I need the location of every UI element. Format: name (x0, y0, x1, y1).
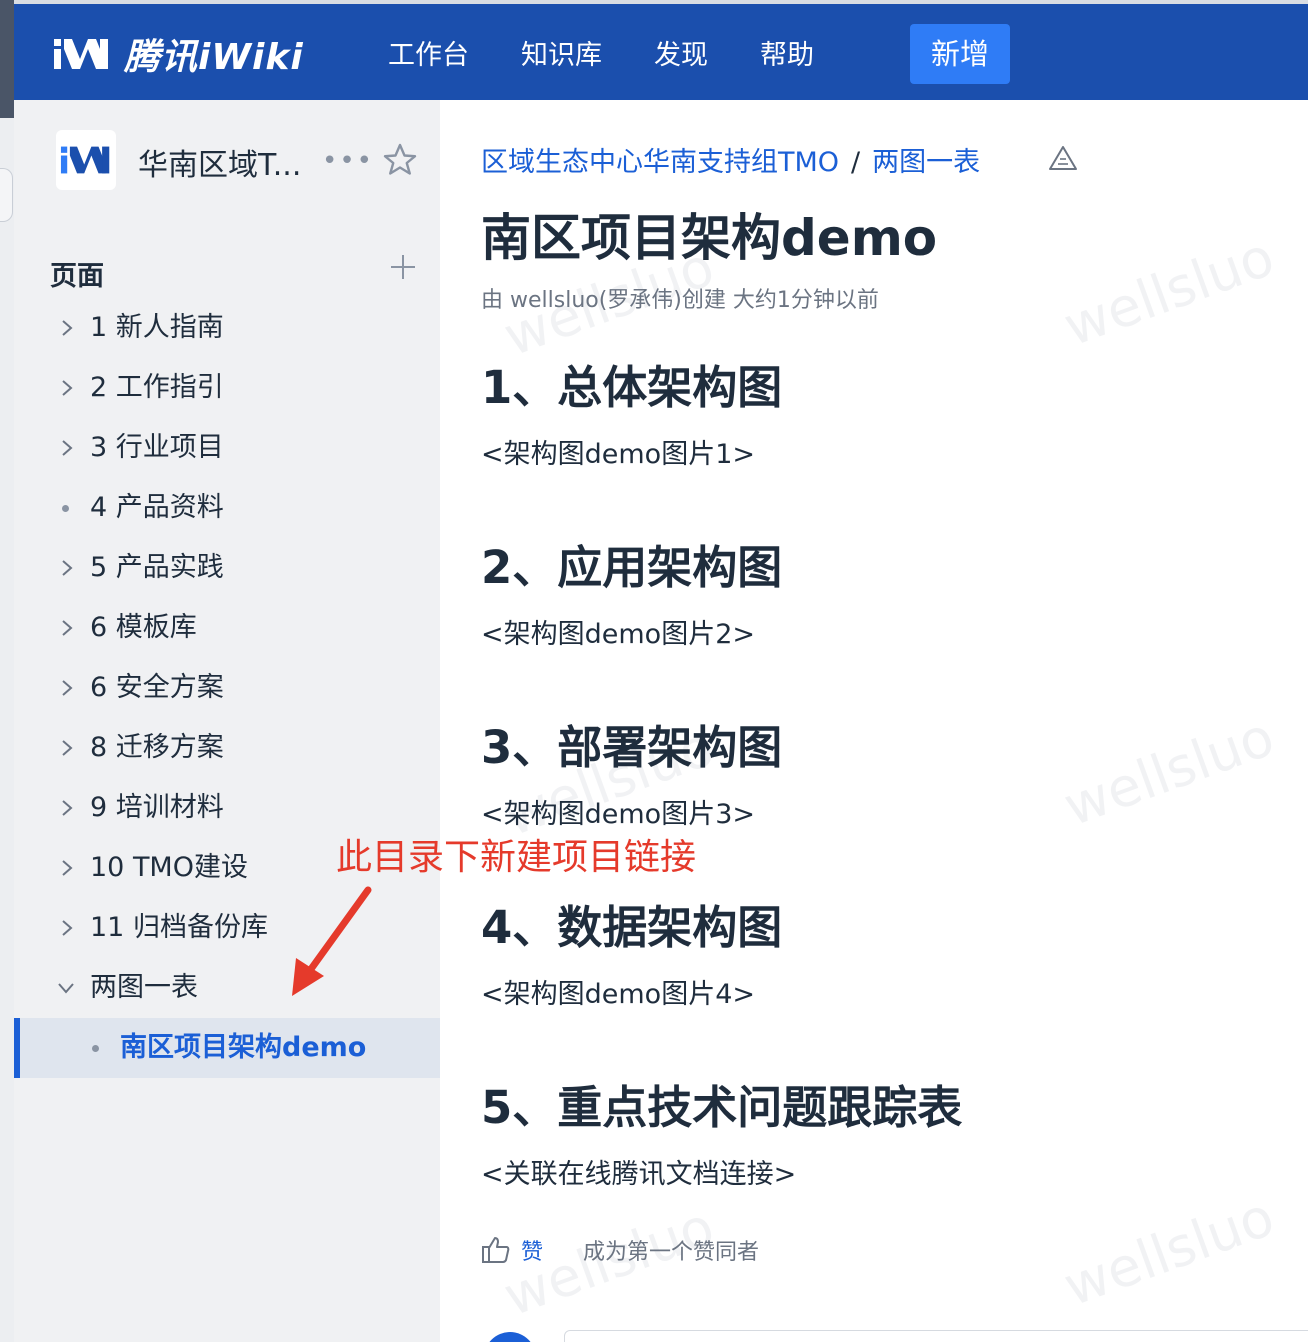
tree-item-label: 4 产品资料 (90, 492, 224, 523)
chevron-right-icon[interactable] (60, 918, 74, 938)
tree-item[interactable]: 4 产品资料 (14, 478, 440, 538)
window-edge-top (0, 0, 14, 118)
breadcrumb-item[interactable]: 两图一表 (872, 147, 980, 178)
section-body: <关联在线腾讯文档连接> (481, 1159, 797, 1190)
chevron-down-icon[interactable] (56, 980, 76, 996)
doc-section: 3、部署架构图 <架构图demo图片3> (481, 718, 1281, 831)
section-heading: 3、部署架构图 (481, 721, 783, 774)
section-heading: 5、重点技术问题跟踪表 (481, 1081, 963, 1134)
chevron-right-icon[interactable] (60, 678, 74, 698)
tree-item-label: 3 行业项目 (90, 432, 224, 463)
top-navbar: 腾讯iWiki 工作台 知识库 发现 帮助 新增 (14, 0, 1308, 100)
section-heading: 4、数据架构图 (481, 901, 783, 954)
chevron-right-icon[interactable] (60, 558, 74, 578)
tree-item-label: 2 工作指引 (90, 372, 224, 403)
new-button[interactable]: 新增 (910, 24, 1010, 84)
arrow-annotation-icon (292, 886, 372, 996)
nav-workbench[interactable]: 工作台 (388, 34, 469, 78)
section-body: <架构图demo图片2> (481, 619, 755, 650)
section-body: <架构图demo图片1> (481, 439, 755, 470)
like-button[interactable]: 赞 (521, 1234, 543, 1266)
space-name[interactable]: 华南区域T... (138, 140, 301, 184)
doc-section: 4、数据架构图 <架构图demo图片4> (481, 898, 1281, 1011)
collapse-handle[interactable] (0, 168, 13, 222)
nav-knowledge-base[interactable]: 知识库 (521, 34, 602, 78)
page-title: 南区项目架构demo (481, 209, 938, 267)
chevron-right-icon[interactable] (60, 318, 74, 338)
tree-item[interactable]: 6 安全方案 (14, 658, 440, 718)
chevron-right-icon[interactable] (60, 858, 74, 878)
comment-input[interactable] (564, 1330, 1308, 1342)
chevron-right-icon[interactable] (60, 738, 74, 758)
avatar (484, 1332, 536, 1342)
chevron-right-icon[interactable] (60, 798, 74, 818)
tree-item-label: 9 培训材料 (90, 792, 224, 823)
more-icon[interactable]: ••• (322, 146, 374, 176)
bullet-icon (92, 1045, 99, 1052)
tree-item[interactable]: 3 行业项目 (14, 418, 440, 478)
tree-item-active[interactable]: 南区项目架构demo (14, 1018, 440, 1078)
chevron-right-icon[interactable] (60, 438, 74, 458)
main-content: wellsluo wellsluo wellsluo wellsluo well… (440, 100, 1308, 1342)
tree-item-label: 两图一表 (90, 972, 198, 1003)
space-logo-icon (60, 146, 110, 174)
nav-discover[interactable]: 发现 (654, 34, 708, 78)
section-body: <架构图demo图片3> (481, 799, 755, 830)
sidebar: 华南区域T... ••• 页面 1 新人指南 2 工作指引 3 行业项目 4 产… (14, 100, 440, 1342)
breadcrumb: 区域生态中心华南支持组TMO / 两图一表 (481, 140, 980, 179)
thumbs-up-icon[interactable] (481, 1235, 511, 1265)
nav-help[interactable]: 帮助 (760, 34, 814, 78)
star-icon[interactable] (382, 142, 418, 178)
tree-item-label: 6 模板库 (90, 612, 197, 643)
tree-item[interactable]: 8 迁移方案 (14, 718, 440, 778)
breadcrumb-separator: / (851, 147, 861, 178)
active-indicator (14, 1018, 20, 1078)
section-body: <架构图demo图片4> (481, 979, 755, 1010)
pages-heading: 页面 (50, 261, 104, 292)
tree-item[interactable]: 5 产品实践 (14, 538, 440, 598)
page-meta: 由 wellsluo(罗承伟)创建 大约1分钟以前 (481, 288, 879, 313)
add-page-icon[interactable] (388, 252, 418, 282)
section-heading: 1、总体架构图 (481, 361, 783, 414)
annotation-text: 此目录下新建项目链接 (336, 837, 697, 878)
chevron-right-icon[interactable] (60, 378, 74, 398)
tree-item-label: 8 迁移方案 (90, 732, 224, 763)
iwiki-logo-icon (54, 39, 108, 69)
tree-item-label: 6 安全方案 (90, 672, 224, 703)
like-description: 成为第一个赞同者 (583, 1240, 760, 1265)
section-heading: 2、应用架构图 (481, 541, 783, 594)
chevron-right-icon[interactable] (60, 618, 74, 638)
tree-item-label: 11 归档备份库 (90, 912, 268, 943)
doc-section: 5、重点技术问题跟踪表 <关联在线腾讯文档连接> (481, 1078, 1281, 1191)
like-row: 赞 成为第一个赞同者 (481, 1234, 759, 1266)
warning-icon[interactable] (1048, 144, 1078, 172)
tree-item-label: 南区项目架构demo (120, 1032, 367, 1063)
doc-section: 1、总体架构图 <架构图demo图片1> (481, 358, 1281, 471)
tree-item[interactable]: 1 新人指南 (14, 298, 440, 358)
iwiki-logo[interactable]: 腾讯iWiki (52, 32, 304, 78)
tree-item[interactable]: 2 工作指引 (14, 358, 440, 418)
watermark: wellsluo (1055, 224, 1283, 359)
breadcrumb-item[interactable]: 区域生态中心华南支持组TMO (481, 147, 839, 178)
tree-item-label: 1 新人指南 (90, 312, 224, 343)
doc-section: 2、应用架构图 <架构图demo图片2> (481, 538, 1281, 651)
logo-text: 腾讯iWiki (124, 37, 304, 78)
main-nav: 工作台 知识库 发现 帮助 (388, 34, 866, 78)
tree-item-label: 5 产品实践 (90, 552, 224, 583)
tree-item[interactable]: 6 模板库 (14, 598, 440, 658)
space-avatar[interactable] (56, 130, 116, 190)
tree-item-label: 10 TMO建设 (90, 852, 248, 883)
bullet-icon (62, 505, 69, 512)
watermark: wellsluo (1055, 1184, 1283, 1319)
